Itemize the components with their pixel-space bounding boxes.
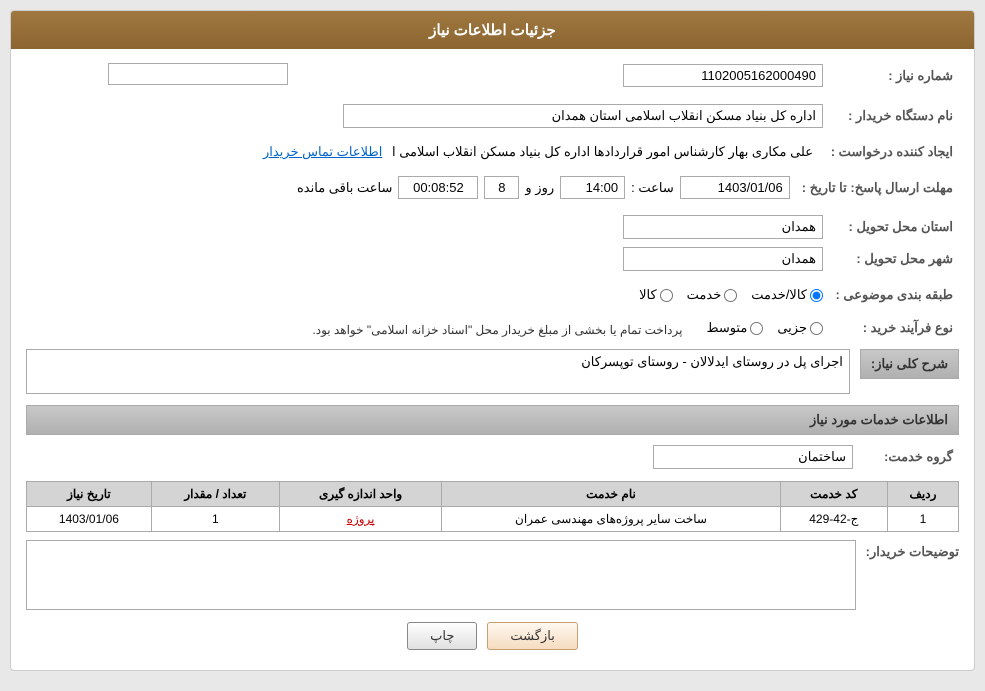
ostan-value: همدان bbox=[26, 211, 829, 243]
sharh-textarea[interactable] bbox=[26, 349, 850, 394]
tabaqe-radios: کالا/خدمت خدمت کالا bbox=[26, 283, 829, 307]
info-table-top: شماره نیاز : 1102005162000490 bbox=[26, 59, 959, 92]
mohlat-countdown-box: 00:08:52 bbox=[398, 176, 478, 199]
sharh-header: شرح کلی نیاز: bbox=[860, 349, 959, 379]
tabaqe-label: طبقه بندی موضوعی : bbox=[829, 283, 959, 307]
tozihat-row: توضیحات خریدار: bbox=[26, 540, 959, 610]
services-table: ردیف کد خدمت نام خدمت واحد اندازه گیری ت… bbox=[26, 481, 959, 532]
info-table-tabaqe: طبقه بندی موضوعی : کالا/خدمت خدمت bbox=[26, 283, 959, 307]
table-cell-5: 1403/01/06 bbox=[27, 507, 152, 532]
col-radif: ردیف bbox=[887, 482, 958, 507]
table-cell-4: 1 bbox=[151, 507, 279, 532]
grooh-label: گروه خدمت: bbox=[859, 441, 959, 473]
mottaset-label: متوسط bbox=[706, 320, 747, 336]
shahr-value: همدان bbox=[26, 243, 829, 275]
nooe-farayand-label: نوع فرآیند خرید : bbox=[829, 315, 959, 341]
print-button[interactable]: چاپ bbox=[407, 622, 477, 650]
sharh-row: شرح کلی نیاز: bbox=[26, 349, 959, 397]
col-code: کد خدمت bbox=[780, 482, 887, 507]
name-dastgah-label: نام دستگاه خریدار : bbox=[829, 100, 959, 132]
col-unit: واحد اندازه گیری bbox=[279, 482, 441, 507]
table-cell-0: 1 bbox=[887, 507, 958, 532]
mohlat-saat-label: ساعت : bbox=[631, 180, 674, 196]
card-header: جزئیات اطلاعات نیاز bbox=[11, 11, 974, 49]
back-button[interactable]: بازگشت bbox=[487, 622, 577, 650]
purchase-note: پرداخت تمام یا بخشی از مبلغ خریدار محل "… bbox=[312, 323, 682, 337]
jozii-label: جزیی bbox=[777, 320, 807, 336]
info-table-dastgah: نام دستگاه خریدار : اداره کل بنیاد مسکن … bbox=[26, 100, 959, 132]
ijad-label: ایجاد کننده درخواست : bbox=[819, 140, 959, 164]
kala-label: کالا bbox=[639, 287, 657, 303]
tozihat-label: توضیحات خریدار: bbox=[866, 540, 959, 560]
radio-khadamat[interactable]: خدمت bbox=[687, 287, 738, 303]
announce-label bbox=[294, 59, 494, 92]
table-cell-1: ج-42-429 bbox=[780, 507, 887, 532]
radio-jozii[interactable]: جزیی bbox=[777, 320, 823, 336]
name-dastgah-value: اداره کل بنیاد مسکن انقلاب اسلامی استان … bbox=[26, 100, 829, 132]
khadamat-label: خدمت bbox=[687, 287, 722, 303]
name-dastgah-box: اداره کل بنیاد مسکن انقلاب اسلامی استان … bbox=[343, 104, 823, 128]
shahr-box: همدان bbox=[623, 247, 823, 271]
mohlat-values: 1403/01/06 ساعت : 14:00 روز و 8 00:08:52… bbox=[26, 172, 796, 203]
grooh-box: ساختمان bbox=[653, 445, 853, 469]
main-card: جزئیات اطلاعات نیاز شماره نیاز : 1102005… bbox=[10, 10, 975, 671]
col-count: تعداد / مقدار bbox=[151, 482, 279, 507]
ostan-box: همدان bbox=[623, 215, 823, 239]
table-cell-3: پروژه bbox=[279, 507, 441, 532]
ijad-value: علی مکاری بهار کارشناس امور قراردادها اد… bbox=[26, 140, 819, 164]
mohlat-remaining-label: ساعت باقی مانده bbox=[297, 180, 392, 196]
ijad-link[interactable]: اطلاعات تماس خریدار bbox=[263, 144, 382, 159]
table-row: 1ج-42-429ساخت سایر پروژه‌های مهندسی عمرا… bbox=[27, 507, 959, 532]
info-table-mohlat: مهلت ارسال پاسخ: تا تاریخ : 1403/01/06 س… bbox=[26, 172, 959, 203]
announce-value bbox=[26, 59, 294, 92]
services-section-header: اطلاعات خدمات مورد نیاز bbox=[26, 405, 959, 435]
col-date: تاریخ نیاز bbox=[27, 482, 152, 507]
info-table-grooh: گروه خدمت: ساختمان bbox=[26, 441, 959, 473]
radio-kala[interactable]: کالا bbox=[639, 287, 673, 303]
info-table-ijad: ایجاد کننده درخواست : علی مکاری بهار کار… bbox=[26, 140, 959, 164]
info-table-farayand: نوع فرآیند خرید : جزیی متوسط پرداخت bbox=[26, 315, 959, 341]
shomara-niaz-box: 1102005162000490 bbox=[623, 64, 823, 87]
grooh-value: ساختمان bbox=[26, 441, 859, 473]
footer-buttons: بازگشت چاپ bbox=[26, 622, 959, 660]
farayand-content: جزیی متوسط پرداخت تمام یا بخشی از مبلغ خ… bbox=[26, 315, 829, 341]
card-body: شماره نیاز : 1102005162000490 نام دستگاه… bbox=[11, 49, 974, 670]
page-wrapper: جزئیات اطلاعات نیاز شماره نیاز : 1102005… bbox=[0, 0, 985, 691]
mohlat-saat-box: 14:00 bbox=[560, 176, 625, 199]
kala-khadamat-label: کالا/خدمت bbox=[751, 287, 807, 303]
shomara-niaz-label: شماره نیاز : bbox=[829, 59, 959, 92]
mohlat-roz-label: روز و bbox=[525, 180, 554, 196]
table-cell-2: ساخت سایر پروژه‌های مهندسی عمران bbox=[442, 507, 780, 532]
radio-kala-khadamat[interactable]: کالا/خدمت bbox=[751, 287, 823, 303]
shomara-niaz-value: 1102005162000490 bbox=[534, 59, 829, 92]
ijad-text: علی مکاری بهار کارشناس امور قراردادها اد… bbox=[392, 144, 813, 159]
mohlat-label: مهلت ارسال پاسخ: تا تاریخ : bbox=[796, 172, 959, 203]
announce-box bbox=[108, 63, 288, 85]
tozihat-textarea[interactable] bbox=[26, 540, 856, 610]
mohlat-roz-box: 8 bbox=[484, 176, 519, 199]
mohlat-date-box: 1403/01/06 bbox=[680, 176, 790, 199]
col-name: نام خدمت bbox=[442, 482, 780, 507]
radio-mottaset[interactable]: متوسط bbox=[706, 320, 763, 336]
page-title: جزئیات اطلاعات نیاز bbox=[429, 22, 556, 39]
shahr-label: شهر محل تحویل : bbox=[829, 243, 959, 275]
ostan-label: استان محل تحویل : bbox=[829, 211, 959, 243]
sharh-box-wrapper bbox=[26, 349, 850, 397]
info-table-ostan: استان محل تحویل : همدان شهر محل تحویل : … bbox=[26, 211, 959, 275]
